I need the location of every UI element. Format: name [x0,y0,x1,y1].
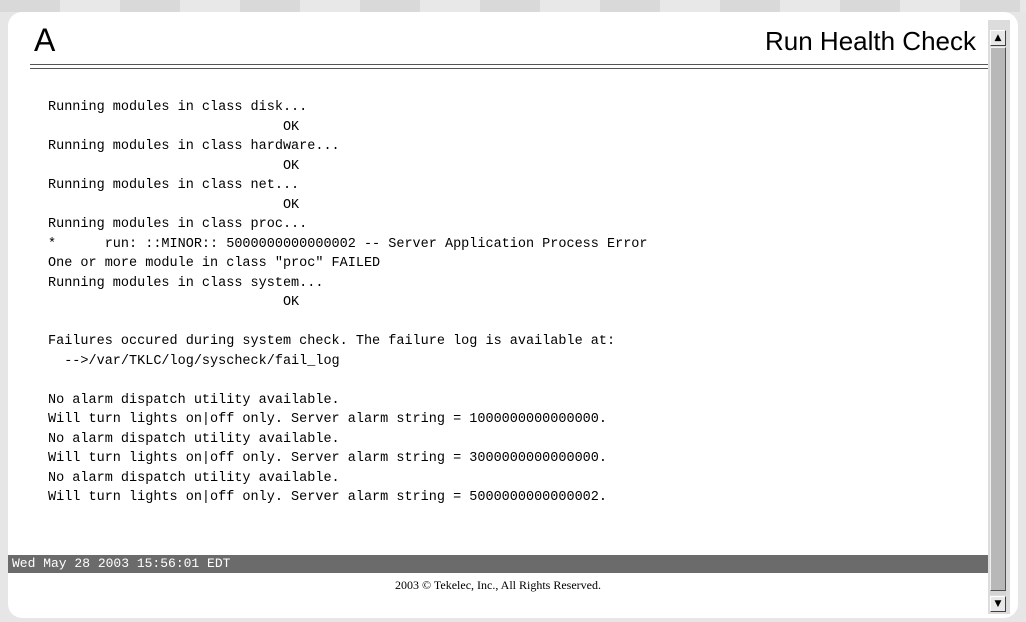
output-line: Failures occured during system check. Th… [48,334,616,349]
output-line: OK [48,197,300,213]
output-line: Running modules in class hardware... [48,139,340,154]
output-line: No alarm dispatch utility available. [48,392,340,408]
output-line: No alarm dispatch utility available. [48,431,340,447]
page-header: A Run Health Check [8,12,988,69]
output-line: Running modules in class system... [48,275,324,291]
output-line: Will turn lights on|off only. Server ala… [48,451,607,466]
output-line: OK [48,295,300,310]
scroll-track[interactable] [990,47,1006,595]
output-line: One or more module in class "proc" FAILE… [48,256,381,271]
output-line: Running modules in class net... [48,178,300,193]
output-line: No alarm dispatch utility available. [48,470,340,486]
top-background-strip [0,0,1026,12]
vertical-scrollbar[interactable]: ▲ ▼ [988,20,1010,614]
logo: A [34,22,56,58]
scroll-thumb[interactable] [990,47,1006,591]
scroll-down-icon[interactable]: ▼ [990,596,1006,612]
status-bar: Wed May 28 2003 15:56:01 EDT [8,555,988,573]
health-check-window: A Run Health Check Running modules in cl… [8,12,1018,618]
output-line: Will turn lights on|off only. Server ala… [48,412,607,427]
output-line: Running modules in class disk... [48,100,308,115]
output-line: -->/var/TKLC/log/syscheck/fail_log [48,353,340,369]
timestamp: Wed May 28 2003 15:56:01 EDT [12,556,231,571]
output-panel: Running modules in class disk... OK Runn… [8,68,988,560]
copyright-footer: 2003 © Tekelec, Inc., All Rights Reserve… [394,578,601,592]
page-title: Run Health Check [765,26,976,56]
output-line: OK [48,158,300,174]
output-line: Will turn lights on|off only. Server ala… [48,490,607,505]
output-line: * run: ::MINOR:: 5000000000000002 -- Ser… [48,236,648,252]
health-check-output: Running modules in class disk... OK Runn… [48,98,648,508]
output-line: OK [48,119,300,135]
output-line: Running modules in class proc... [48,217,308,232]
scroll-up-icon[interactable]: ▲ [990,30,1006,46]
